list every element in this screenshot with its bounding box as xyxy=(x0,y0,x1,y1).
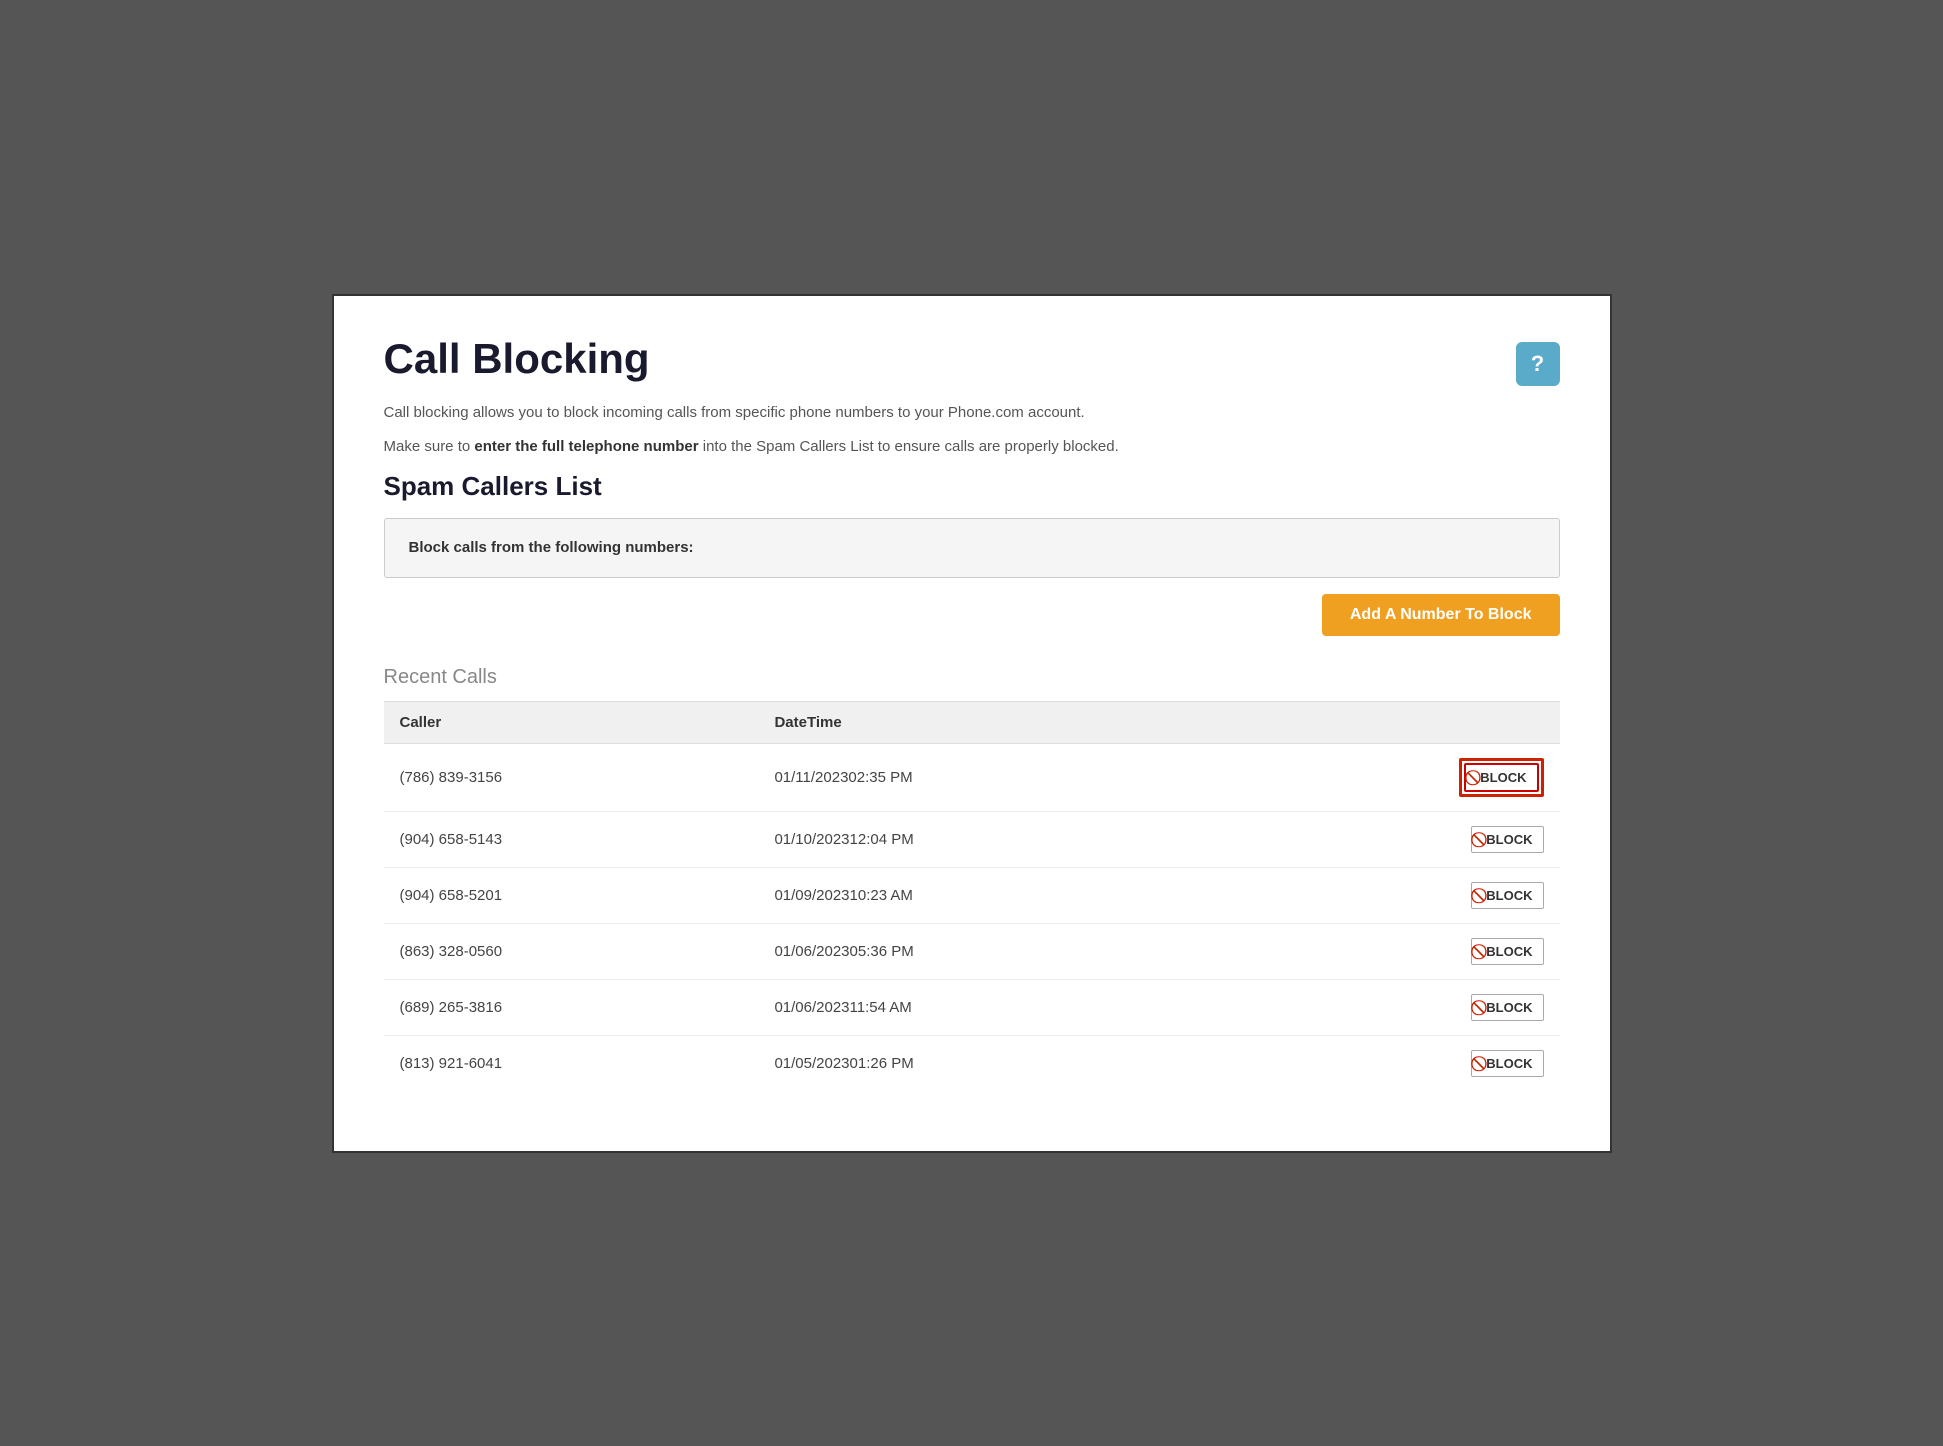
block-button[interactable]: ⃠BLOCK xyxy=(1471,994,1543,1021)
table-row: (904) 658-514301/10/202312:04 PM⃠BLOCK xyxy=(384,811,1560,867)
add-number-button[interactable]: Add A Number To Block xyxy=(1322,594,1560,636)
col-header-datetime: DateTime xyxy=(758,701,1235,743)
caller-cell: (786) 839-3156 xyxy=(384,743,759,811)
action-cell: ⃠BLOCK xyxy=(1236,867,1560,923)
block-button-highlight-wrapper: ⃠BLOCK xyxy=(1459,758,1543,797)
action-cell: ⃠BLOCK xyxy=(1236,923,1560,979)
caller-cell: (813) 921-6041 xyxy=(384,1035,759,1091)
block-label: BLOCK xyxy=(1486,944,1532,959)
caller-cell: (863) 328-0560 xyxy=(384,923,759,979)
col-header-action xyxy=(1236,701,1560,743)
block-button[interactable]: ⃠BLOCK xyxy=(1471,826,1543,853)
caller-cell: (904) 658-5201 xyxy=(384,867,759,923)
table-header-row: Caller DateTime xyxy=(384,701,1560,743)
table-row: (689) 265-381601/06/202311:54 AM⃠BLOCK xyxy=(384,979,1560,1035)
page-title: Call Blocking xyxy=(384,336,650,382)
table-row: (786) 839-315601/11/202302:35 PM⃠BLOCK xyxy=(384,743,1560,811)
caller-cell: (689) 265-3816 xyxy=(384,979,759,1035)
datetime-cell: 01/05/202301:26 PM xyxy=(758,1035,1235,1091)
action-cell: ⃠BLOCK xyxy=(1236,811,1560,867)
table-row: (904) 658-520101/09/202310:23 AM⃠BLOCK xyxy=(384,867,1560,923)
description2: Make sure to enter the full telephone nu… xyxy=(384,436,1560,459)
col-header-caller: Caller xyxy=(384,701,759,743)
datetime-cell: 01/11/202302:35 PM xyxy=(758,743,1235,811)
block-label: BLOCK xyxy=(1486,1000,1532,1015)
block-button[interactable]: ⃠BLOCK xyxy=(1471,882,1543,909)
block-label: BLOCK xyxy=(1486,1056,1532,1071)
spam-callers-box: Block calls from the following numbers: xyxy=(384,518,1560,578)
spam-callers-label: Block calls from the following numbers: xyxy=(409,539,694,556)
block-button[interactable]: ⃠BLOCK xyxy=(1464,763,1538,792)
caller-cell: (904) 658-5143 xyxy=(384,811,759,867)
recent-calls-title: Recent Calls xyxy=(384,666,1560,689)
table-row: (863) 328-056001/06/202305:36 PM⃠BLOCK xyxy=(384,923,1560,979)
block-label: BLOCK xyxy=(1486,832,1532,847)
datetime-cell: 01/06/202305:36 PM xyxy=(758,923,1235,979)
action-cell: ⃠BLOCK xyxy=(1236,743,1560,811)
description1: Call blocking allows you to block incomi… xyxy=(384,402,1560,425)
header-row: Call Blocking ? xyxy=(384,336,1560,386)
spam-section-title: Spam Callers List xyxy=(384,471,1560,502)
calls-table: Caller DateTime (786) 839-315601/11/2023… xyxy=(384,701,1560,1091)
block-label: BLOCK xyxy=(1486,888,1532,903)
description2-prefix: Make sure to xyxy=(384,438,475,455)
datetime-cell: 01/06/202311:54 AM xyxy=(758,979,1235,1035)
datetime-cell: 01/10/202312:04 PM xyxy=(758,811,1235,867)
table-row: (813) 921-604101/05/202301:26 PM⃠BLOCK xyxy=(384,1035,1560,1091)
action-cell: ⃠BLOCK xyxy=(1236,979,1560,1035)
block-label: BLOCK xyxy=(1480,770,1526,785)
help-button[interactable]: ? xyxy=(1516,342,1560,386)
block-button[interactable]: ⃠BLOCK xyxy=(1471,938,1543,965)
page-container: Call Blocking ? Call blocking allows you… xyxy=(332,294,1612,1153)
description2-bold: enter the full telephone number xyxy=(474,438,698,455)
action-cell: ⃠BLOCK xyxy=(1236,1035,1560,1091)
block-button[interactable]: ⃠BLOCK xyxy=(1471,1050,1543,1077)
add-number-row: Add A Number To Block xyxy=(384,594,1560,636)
description2-suffix: into the Spam Callers List to ensure cal… xyxy=(699,438,1119,455)
datetime-cell: 01/09/202310:23 AM xyxy=(758,867,1235,923)
